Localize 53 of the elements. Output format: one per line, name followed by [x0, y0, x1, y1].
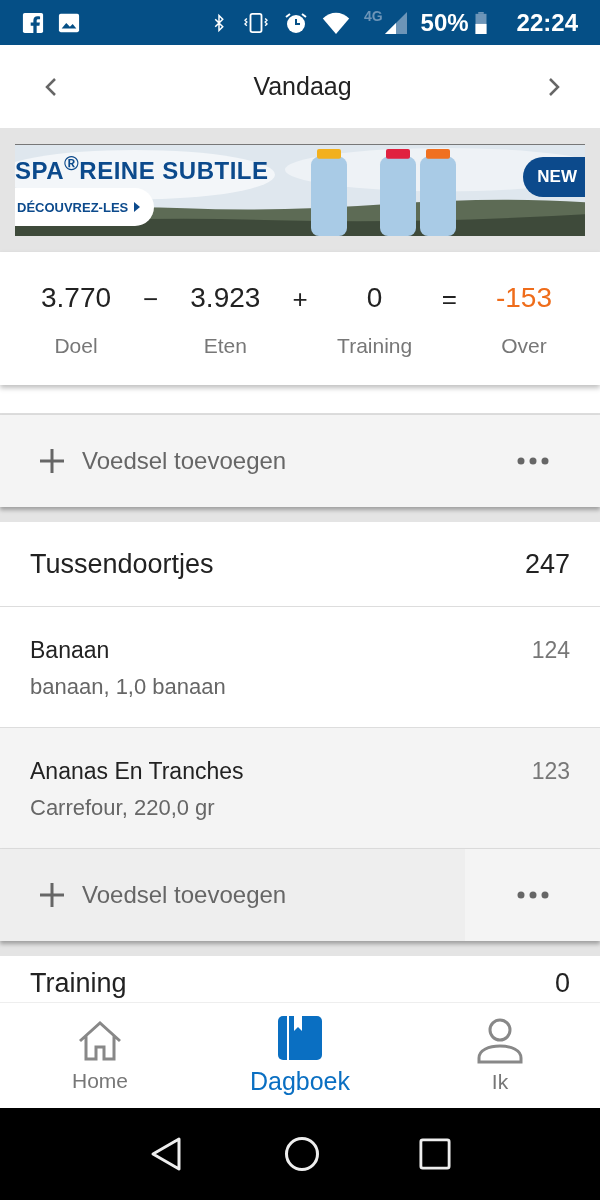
food-item[interactable]: Ananas En Tranches Carrefour, 220,0 gr 123: [0, 728, 600, 849]
facebook-icon: [22, 11, 44, 34]
summary-label: Over: [501, 334, 547, 358]
section-title: Tussendoortjes: [30, 548, 214, 580]
food-name: Ananas En Tranches: [30, 758, 244, 785]
chevron-right-icon: [548, 76, 560, 97]
section-total: 247: [524, 548, 570, 580]
recents-icon[interactable]: [418, 1138, 451, 1170]
header-title: Vandaag: [253, 72, 352, 101]
operator: −: [143, 284, 159, 314]
summary-value: 0: [366, 282, 383, 314]
nav-tab[interactable]: Ik: [400, 1003, 600, 1108]
summary-label: Eten: [203, 334, 247, 358]
summary-value: -153: [495, 282, 552, 314]
summary-label: Doel: [54, 334, 98, 358]
image-icon: [58, 11, 80, 34]
more-icon: [516, 891, 549, 899]
home-icon: [76, 1018, 124, 1063]
play-icon: [134, 202, 141, 212]
battery-icon: [474, 11, 487, 34]
battery-percent: 50%: [420, 8, 469, 37]
operator: +: [292, 284, 308, 314]
alarm-icon: [283, 10, 308, 35]
summary-value: 3.770: [41, 282, 112, 314]
wifi-icon: [321, 11, 350, 34]
section-title: Training: [30, 968, 127, 999]
more-icon: [516, 457, 549, 465]
food-detail: banaan, 1,0 banaan: [30, 674, 226, 700]
clock: 22:24: [516, 8, 578, 37]
plus-icon: [38, 881, 66, 909]
food-calories: 123: [531, 758, 570, 785]
nav-tab[interactable]: Dagboek: [200, 1003, 400, 1108]
vibrate-icon: [241, 11, 270, 34]
person-icon: [476, 1017, 524, 1064]
food-detail: Carrefour, 220,0 gr: [30, 795, 216, 821]
plus-icon: [38, 447, 66, 475]
operator: =: [441, 284, 457, 314]
home-circle-icon[interactable]: [284, 1136, 320, 1172]
add-food-button[interactable]: Voedsel toevoegen: [0, 849, 465, 941]
food-item[interactable]: Banaan banaan, 1,0 banaan 124: [0, 607, 600, 728]
food-name: Banaan: [30, 637, 111, 664]
summary-value: 3.923: [190, 282, 261, 314]
section-total: 0: [554, 968, 570, 999]
chevron-left-icon: [45, 76, 57, 97]
ad-cta[interactable]: DÉCOUVREZ-LES: [15, 188, 155, 226]
ad-badge: NEW: [523, 157, 585, 197]
food-calories: 124: [531, 637, 570, 664]
network-type: 4G: [363, 8, 383, 24]
book-icon: [277, 1015, 323, 1061]
ad-headline: SPA$^{®}$REINE SUBTILE: [15, 152, 269, 185]
signal-icon: [384, 11, 407, 34]
nav-tab[interactable]: Home: [0, 1003, 200, 1108]
summary-label: Training: [337, 334, 413, 358]
